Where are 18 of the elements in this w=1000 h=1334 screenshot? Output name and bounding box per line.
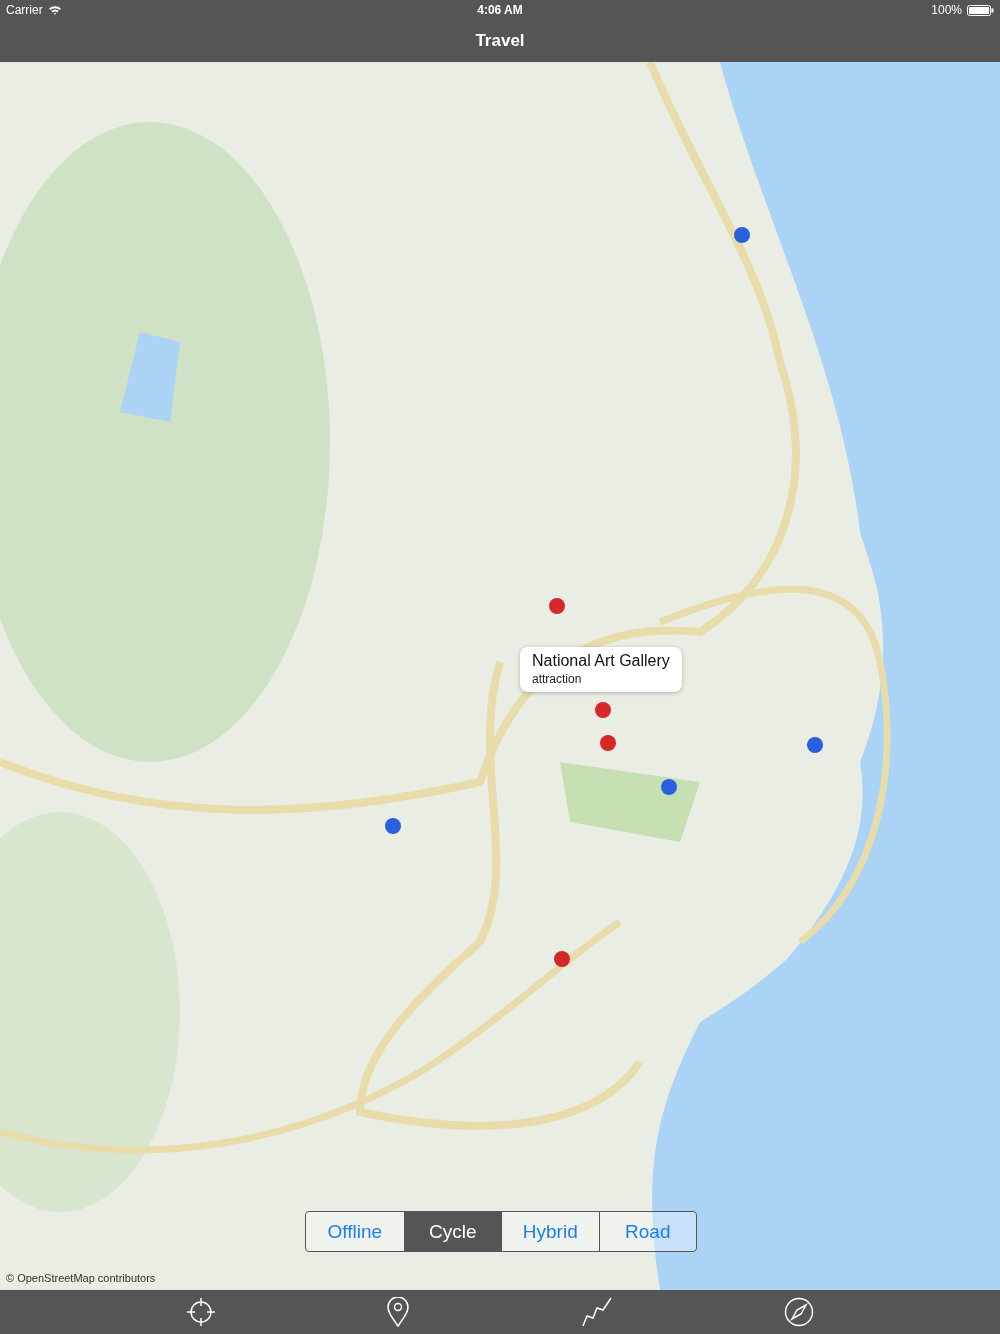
carrier-name: Carrier [6,3,43,17]
clock-time: 4:06 AM [477,3,523,17]
battery-percent: 100% [931,3,962,17]
map-callout[interactable]: National Art Gallery attraction [520,647,682,692]
map-type-tab[interactable]: Offline [306,1212,404,1251]
wifi-icon [47,5,62,15]
map-type-tab[interactable]: Hybrid [501,1212,599,1251]
map-attribution: © OpenStreetMap contributors [6,1272,156,1284]
battery-icon [967,4,994,16]
route-icon[interactable] [580,1296,613,1328]
locate-icon[interactable] [185,1297,216,1327]
compass-icon[interactable] [784,1297,815,1327]
map-type-tab[interactable]: Cycle [403,1212,501,1251]
map-type-tab[interactable]: Road [598,1212,696,1251]
pin-icon[interactable] [387,1297,410,1327]
nav-title: Travel [475,31,525,51]
callout-title: National Art Gallery [532,652,670,670]
callout-subtitle: attraction [532,672,583,686]
